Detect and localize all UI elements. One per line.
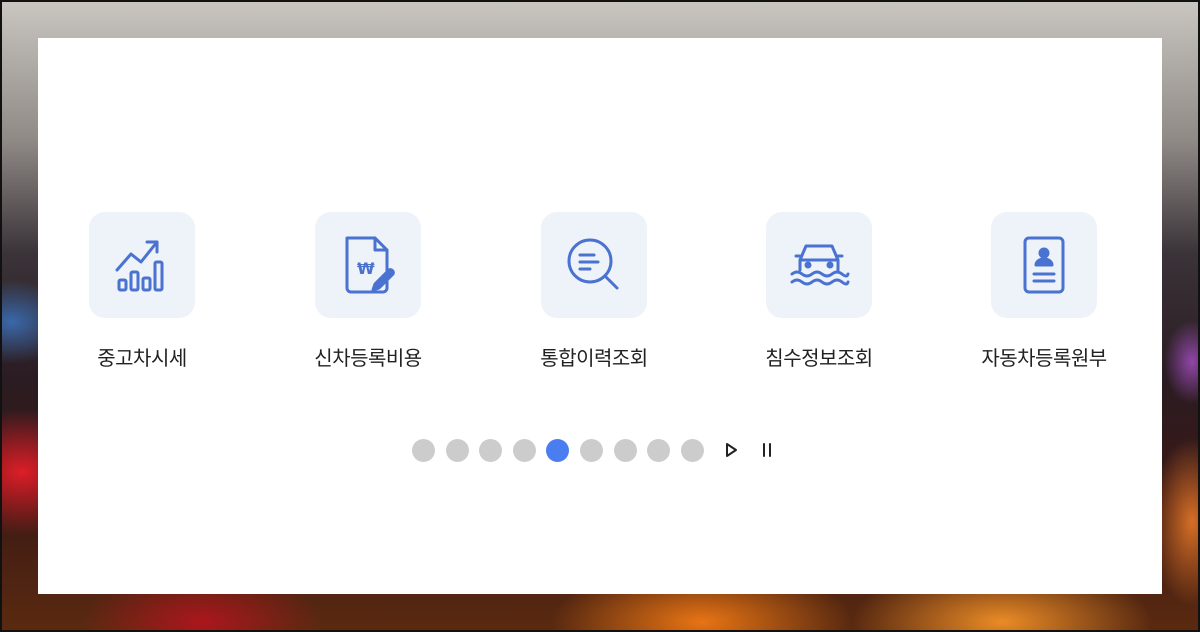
pager-dot-4[interactable]: [512, 438, 536, 462]
quick-menu-panel: 중고차시세 ₩ 신차등록비용 통합이력조회 침수정보조회 자동차등록원부: [38, 38, 1162, 594]
icon-tile: [766, 212, 872, 318]
play-icon: [726, 443, 738, 457]
menu-item-used-car-price[interactable]: 중고차시세: [52, 212, 232, 371]
pager-dot-9[interactable]: [680, 438, 704, 462]
pager-dot-2[interactable]: [445, 438, 469, 462]
play-button[interactable]: [720, 439, 742, 461]
pause-icon: [763, 443, 772, 457]
menu-item-new-car-registration-cost[interactable]: ₩ 신차등록비용: [278, 212, 458, 371]
menu-item-flood-info[interactable]: 침수정보조회: [729, 212, 909, 371]
pager-dot-6[interactable]: [579, 438, 603, 462]
menu-item-label: 중고차시세: [97, 346, 187, 370]
flooded-car-icon: [790, 244, 850, 286]
menu-item-label: 신차등록비용: [314, 346, 422, 370]
pager-dot-8[interactable]: [647, 438, 671, 462]
menu-item-label: 침수정보조회: [765, 346, 873, 370]
menu-item-label: 자동차등록원부: [981, 346, 1107, 370]
icon-tile: [89, 212, 195, 318]
menu-item-label: 통합이력조회: [540, 346, 648, 370]
document-search-icon: [567, 238, 619, 290]
pager-dot-5[interactable]: [546, 438, 570, 462]
won-sign: ₩: [357, 259, 375, 278]
menu-item-vehicle-registry[interactable]: 자동차등록원부: [954, 212, 1134, 371]
pager-dot-3[interactable]: [479, 438, 503, 462]
carousel-pager: [412, 438, 778, 462]
pager-dot-7[interactable]: [613, 438, 637, 462]
pause-button[interactable]: [756, 439, 778, 461]
id-card-icon: [1023, 236, 1065, 294]
icon-tile: [991, 212, 1097, 318]
icon-tile: ₩: [315, 212, 421, 318]
menu-item-integrated-history[interactable]: 통합이력조회: [504, 212, 684, 371]
pager-dots: [412, 438, 714, 462]
pager-dot-1[interactable]: [412, 438, 435, 462]
quick-menu: 중고차시세 ₩ 신차등록비용 통합이력조회 침수정보조회 자동차등록원부: [38, 212, 1162, 382]
won-document-icon: ₩: [345, 236, 395, 294]
rising-chart-icon: [115, 240, 164, 292]
icon-tile: [541, 212, 647, 318]
